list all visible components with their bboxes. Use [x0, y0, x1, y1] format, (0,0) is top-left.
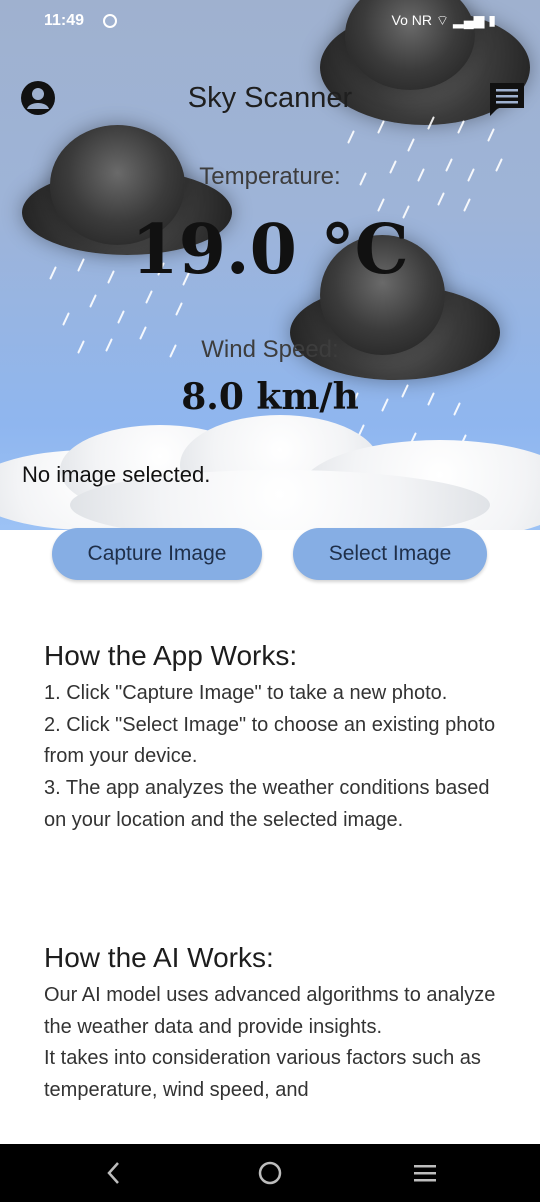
how-app-heading: How the App Works:	[44, 640, 298, 671]
how-app-line: 3. The app analyzes the weather conditio…	[44, 777, 490, 831]
wind-value: 8.0 km/h	[181, 376, 359, 418]
rain-drop	[117, 310, 125, 324]
wind-label: Wind Speed:	[201, 336, 339, 363]
chat-icon[interactable]	[488, 80, 526, 118]
how-app-section: How the App Works: 1. Click "Capture Ima…	[44, 640, 504, 837]
image-status-text: No image selected.	[22, 462, 211, 487]
sync-icon	[103, 14, 117, 28]
status-time: 11:49	[44, 12, 85, 29]
app-title: Sky Scanner	[187, 82, 353, 114]
how-ai-line: It takes into consideration various fact…	[44, 1047, 481, 1102]
rain-drop	[437, 192, 445, 206]
rain-drop	[175, 302, 183, 316]
temperature-value: 19.0 °C	[131, 210, 409, 290]
how-ai-line: Our AI model uses advanced algorithms to…	[44, 984, 496, 1038]
home-icon[interactable]	[255, 1158, 285, 1188]
status-icons: Vo NR ⌔ ▂▄▆ ▮	[391, 12, 496, 28]
system-nav-bar	[0, 1144, 540, 1202]
rain-drop	[487, 128, 495, 142]
select-image-button[interactable]: Select Image	[293, 528, 487, 580]
how-ai-text: Our AI model uses advanced algorithms to…	[44, 980, 504, 1107]
how-app-text: 1. Click "Capture Image" to take a new p…	[44, 678, 504, 837]
recents-icon[interactable]	[410, 1158, 440, 1188]
how-ai-section: How the AI Works: Our AI model uses adva…	[44, 942, 504, 1107]
how-ai-heading: How the AI Works:	[44, 942, 274, 973]
status-bar: 11:49 Vo NR ⌔ ▂▄▆ ▮	[0, 0, 540, 44]
how-app-line: 2. Click "Select Image" to choose an exi…	[44, 713, 496, 768]
app-bar: Sky Scanner	[0, 68, 540, 128]
back-icon[interactable]	[99, 1158, 129, 1188]
capture-image-button[interactable]: Capture Image	[52, 528, 262, 580]
rain-drop	[62, 312, 70, 326]
rain-drop	[347, 130, 355, 144]
rain-drop	[89, 294, 97, 308]
rain-drop	[145, 290, 153, 304]
temperature-label: Temperature:	[199, 163, 341, 190]
how-app-line: 1. Click "Capture Image" to take a new p…	[44, 682, 448, 704]
rain-drop	[407, 138, 415, 152]
